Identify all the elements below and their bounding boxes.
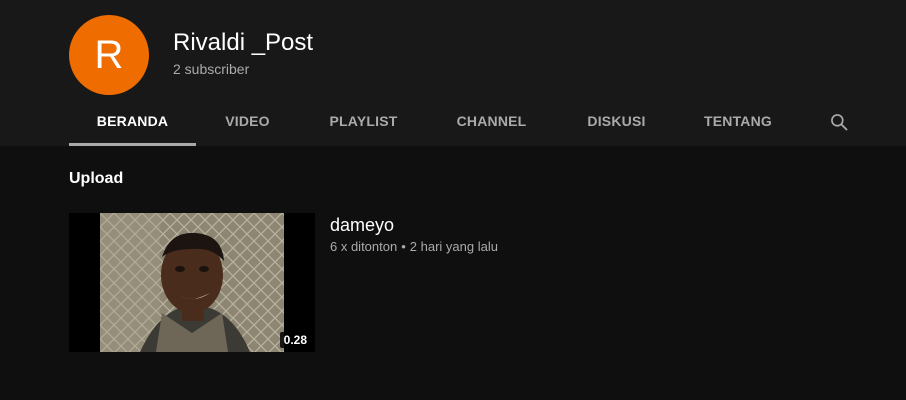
tab-label: DISKUSI <box>587 112 646 129</box>
channel-name: Rivaldi _Post <box>173 29 314 56</box>
channel-search-button[interactable] <box>826 108 852 136</box>
tab-beranda[interactable]: BERANDA <box>69 98 196 146</box>
tab-diskusi[interactable]: DISKUSI <box>555 98 678 146</box>
upload-age: 2 hari yang lalu <box>409 239 498 254</box>
tab-label: CHANNEL <box>456 112 527 129</box>
video-metadata: 6 x ditonton • 2 hari yang lalu <box>330 239 498 254</box>
channel-header: R Rivaldi _Post 2 subscriber BERANDA VID… <box>0 0 906 146</box>
section-title: Upload <box>69 170 124 187</box>
channel-avatar[interactable]: R <box>69 15 149 95</box>
tab-label: TENTANG <box>703 112 773 129</box>
channel-tabs: BERANDA VIDEO PLAYLIST CHANNEL DISKUSI T… <box>69 98 798 146</box>
search-icon <box>831 114 848 131</box>
view-count: 6 x ditonton <box>330 239 398 254</box>
tab-label: VIDEO <box>225 112 270 129</box>
meta-separator: • <box>401 239 406 254</box>
duration-badge: 0.28 <box>279 332 311 348</box>
tab-playlist[interactable]: PLAYLIST <box>299 98 428 146</box>
avatar-letter: R <box>94 32 124 77</box>
tab-label: PLAYLIST <box>329 112 398 129</box>
video-thumbnail[interactable]: 0.28 <box>69 213 315 352</box>
thumbnail-image <box>100 213 284 352</box>
subscriber-count: 2 subscriber <box>173 61 250 77</box>
tab-label: BERANDA <box>96 112 169 129</box>
tab-tentang[interactable]: TENTANG <box>678 98 798 146</box>
video-title[interactable]: dameyo <box>330 215 394 236</box>
tab-video[interactable]: VIDEO <box>196 98 299 146</box>
tab-channel[interactable]: CHANNEL <box>428 98 555 146</box>
